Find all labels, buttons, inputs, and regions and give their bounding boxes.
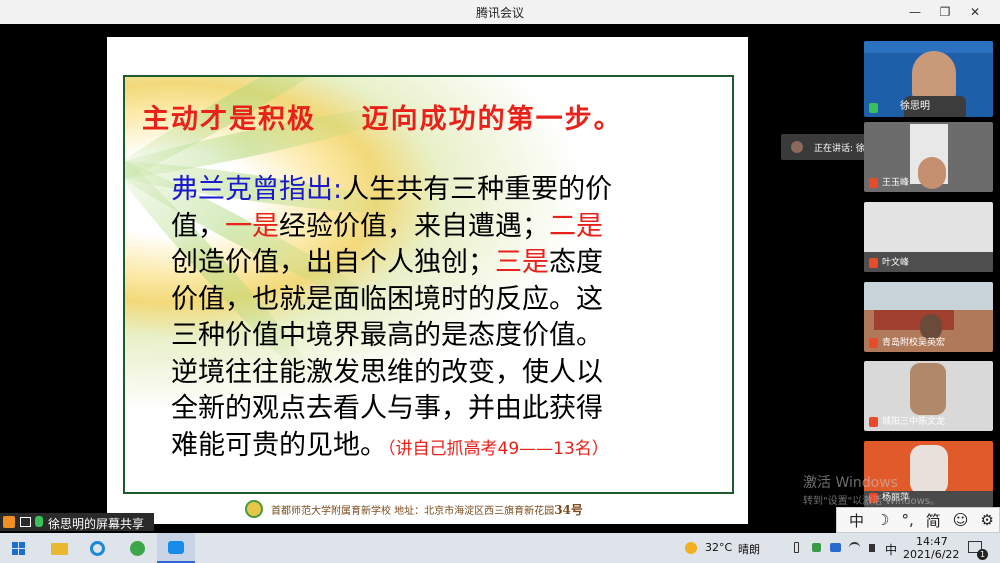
slide-body-text: 弗兰克曾指出:人生共有三种重要的价 值，一是经验价值，来自遭遇；二是 创造价值，出自… bbox=[171, 172, 711, 467]
slide-text-segment: 难能可贵的见地。 bbox=[171, 429, 387, 461]
slide-text-segment: 创造价值，出自个人独创； bbox=[171, 247, 495, 278]
slide-body-line: 逆境往往能激发思维的改变，使人以 bbox=[171, 355, 711, 392]
file-explorer-icon[interactable] bbox=[46, 533, 72, 563]
participant-tile[interactable]: 徐思明 bbox=[864, 41, 993, 117]
window-title: 腾讯会议 bbox=[475, 6, 524, 20]
title-bar: 腾讯会议 — ❐ ✕ bbox=[0, 0, 1000, 24]
participant-tile[interactable]: 城阳三中陈文龙 bbox=[864, 361, 993, 431]
app-tray-icon[interactable] bbox=[828, 533, 842, 563]
ime-toolbar[interactable]: 中 ☽ °, 简 ☺ ⚙ bbox=[836, 507, 1000, 533]
input-language[interactable]: 中 bbox=[885, 541, 897, 558]
taskbar: 32°C 晴朗 中 14:47 2021/6/22 1 bbox=[0, 533, 1000, 563]
close-button[interactable]: ✕ bbox=[960, 2, 990, 22]
slide-text-segment: 二是 bbox=[549, 210, 603, 242]
notification-icon[interactable]: 1 bbox=[965, 533, 988, 563]
participant-name: 徐思明 bbox=[900, 101, 930, 112]
slide-text-segment: 价值，也就是面临困境时的反应。这 bbox=[171, 283, 603, 315]
slide-text-segment: 弗兰克曾指出: bbox=[171, 174, 343, 205]
video-person bbox=[912, 51, 956, 101]
slide-body-line: 难能可贵的见地。（讲自己抓高考49——13名） bbox=[171, 428, 711, 468]
slide-heading: 主动才是积极 迈向成功的第一步。 bbox=[142, 104, 623, 135]
moon-icon[interactable]: ☽ bbox=[876, 511, 889, 529]
participant-tile[interactable]: 青岛附校吴英宏 bbox=[864, 282, 993, 352]
weather-sun-icon bbox=[684, 533, 700, 563]
desktop: 腾讯会议 — ❐ ✕ 主动才是积极 迈向成功的第一步。 弗兰克曾指出:人生共有三… bbox=[0, 0, 1000, 563]
screen-share-label[interactable]: 徐思明的屏幕共享 bbox=[0, 513, 154, 531]
participant-tile[interactable]: 叶文峰 bbox=[864, 202, 993, 272]
slide-body-line: 值，一是经验价值，来自遭遇；二是 bbox=[171, 209, 711, 246]
emoji-icon[interactable]: ☺ bbox=[953, 511, 969, 529]
slide-body-line: 价值，也就是面临困境时的反应。这 bbox=[171, 282, 711, 319]
participant-name: 叶文峰 bbox=[882, 258, 910, 268]
video-person bbox=[918, 157, 946, 189]
video-person bbox=[910, 445, 948, 495]
participant-name: 青岛附校吴英宏 bbox=[882, 338, 946, 348]
activation-watermark-hint: 转到"设置"以激活 Windows。 bbox=[803, 496, 941, 507]
mic-muted-icon bbox=[869, 258, 878, 268]
clock-date[interactable]: 2021/6/22 bbox=[903, 548, 959, 561]
slide-body-line: 弗兰克曾指出:人生共有三种重要的价 bbox=[171, 172, 711, 209]
security-icon[interactable] bbox=[809, 533, 823, 563]
internet-explorer-icon[interactable] bbox=[84, 533, 110, 563]
participant-tile[interactable]: 王玉峰 bbox=[864, 122, 993, 192]
usb-icon[interactable] bbox=[790, 533, 804, 563]
minimize-button[interactable]: — bbox=[900, 2, 930, 22]
punctuation-toggle[interactable]: °, bbox=[901, 511, 913, 529]
participant-name: 城阳三中陈文龙 bbox=[882, 417, 946, 427]
settings-icon[interactable]: ⚙ bbox=[980, 511, 993, 529]
slide-body-line: 创造价值，出自个人独创；三是态度 bbox=[171, 245, 711, 282]
slide-text-segment: 经验价值，来自遭遇； bbox=[279, 210, 549, 242]
ime-lang-toggle[interactable]: 中 bbox=[849, 510, 864, 531]
wifi-icon[interactable] bbox=[847, 533, 861, 563]
screen-share-text: 徐思明的屏幕共享 bbox=[48, 517, 145, 531]
browser-icon[interactable] bbox=[124, 533, 150, 563]
slide-text-segment: 态度 bbox=[549, 247, 603, 278]
slide-text-segment: 三是 bbox=[495, 247, 549, 278]
slide-frame: 主动才是积极 迈向成功的第一步。 弗兰克曾指出:人生共有三种重要的价 值，一是经验… bbox=[123, 75, 734, 494]
mic-muted-icon bbox=[869, 338, 878, 348]
slide-footer: 首都师范大学附属育新学校 地址：北京市海淀区西三旗育新花园 34号 bbox=[245, 498, 583, 520]
slide-text-segment: 人生共有三种重要的价 bbox=[342, 174, 613, 205]
mic-muted-icon bbox=[869, 178, 878, 188]
mic-icon bbox=[35, 516, 43, 527]
speaker-avatar-icon bbox=[791, 141, 803, 153]
temperature: 32°C bbox=[705, 541, 733, 554]
video-wall bbox=[874, 310, 954, 330]
slide-text-segment: 值， bbox=[171, 210, 225, 242]
screen-share-icon bbox=[20, 517, 31, 527]
windows-start-icon[interactable] bbox=[8, 533, 30, 563]
shared-slide: 主动才是积极 迈向成功的第一步。 弗兰克曾指出:人生共有三种重要的价 值，一是经验… bbox=[107, 37, 748, 524]
volume-muted-icon[interactable] bbox=[866, 533, 880, 563]
clock-time[interactable]: 14:47 bbox=[916, 535, 948, 548]
footer-school-address: 首都师范大学附属育新学校 地址：北京市海淀区西三旗育新花园 bbox=[271, 505, 555, 517]
restore-button[interactable]: ❐ bbox=[930, 2, 960, 22]
mic-muted-icon bbox=[869, 417, 878, 427]
slide-text-segment: 逆境往往能激发思维的改变，使人以 bbox=[171, 356, 603, 388]
slide-text-segment: 全新的观点去看人与事，并由此获得 bbox=[171, 393, 603, 424]
activation-watermark-title: 激活 Windows bbox=[803, 475, 898, 491]
slide-body-line: 三种价值中境界最高的是态度价值。 bbox=[171, 318, 711, 355]
footer-number: 34号 bbox=[554, 502, 583, 517]
weather-text: 晴朗 bbox=[738, 543, 760, 556]
slide-text-segment: （讲自己抓高考49——13名） bbox=[387, 438, 609, 459]
slide-text-segment: 三种价值中境界最高的是态度价值。 bbox=[171, 320, 603, 351]
participant-name: 王玉峰 bbox=[882, 178, 910, 188]
tencent-meeting-taskbar-icon[interactable] bbox=[157, 533, 195, 563]
school-logo-icon bbox=[245, 500, 263, 518]
video-ceiling bbox=[864, 282, 993, 310]
slide-body-line: 全新的观点去看人与事，并由此获得 bbox=[171, 391, 711, 428]
mic-icon bbox=[869, 103, 878, 113]
video-person bbox=[910, 363, 946, 415]
simplified-toggle[interactable]: 简 bbox=[926, 510, 941, 531]
notification-count: 1 bbox=[977, 549, 988, 560]
user-icon bbox=[3, 516, 15, 528]
slide-text-segment: 一是 bbox=[225, 210, 279, 242]
